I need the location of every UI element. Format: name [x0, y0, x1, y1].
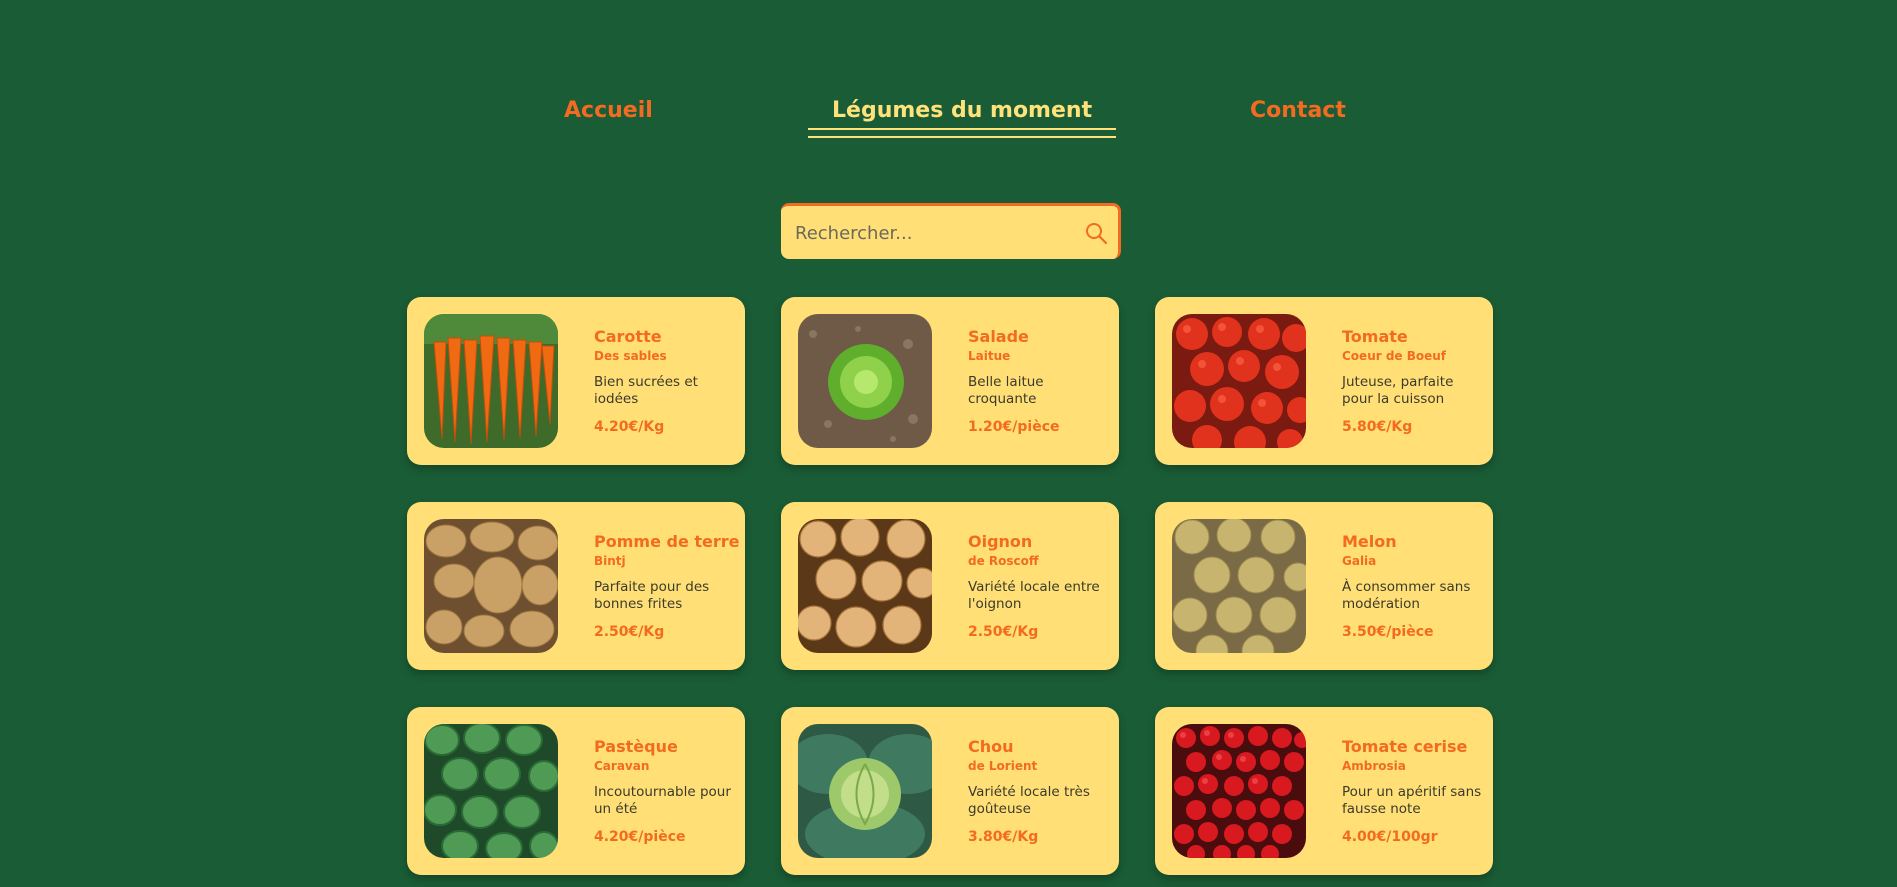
- product-name: Tomate cerise: [1342, 737, 1468, 756]
- product-variety: Bintj: [594, 554, 626, 568]
- product-name: Pomme de terre: [594, 532, 740, 551]
- product-variety: Coeur de Boeuf: [1342, 349, 1447, 363]
- product-description: Variété locale très goûteuse: [968, 784, 1090, 817]
- product-name: Tomate: [1342, 327, 1408, 346]
- product-price: 2.50€/Kg: [594, 624, 665, 640]
- product-name: Melon: [1342, 532, 1397, 551]
- product-description: À consommer sans modération: [1342, 579, 1471, 612]
- product-price: 3.80€/Kg: [968, 829, 1039, 845]
- product-description: Parfaite pour des bonnes frites: [594, 579, 710, 612]
- search-icon[interactable]: [1084, 221, 1108, 245]
- product-name: Oignon: [968, 532, 1033, 551]
- product-price: 2.50€/Kg: [968, 624, 1039, 640]
- product-price: 1.20€/pièce: [968, 419, 1060, 435]
- product-name: Carotte: [594, 327, 662, 346]
- product-variety: Ambrosia: [1342, 759, 1406, 773]
- product-description: Pour un apéritif sans fausse note: [1342, 784, 1482, 817]
- nav-legumes-du-moment[interactable]: Légumes du moment: [807, 98, 1117, 138]
- product-card[interactable]: Pastèque Caravan Incoutournable pour un …: [407, 707, 745, 875]
- product-card[interactable]: Carotte Des sables Bien sucrées et iodée…: [407, 297, 745, 465]
- product-variety: Galia: [1342, 554, 1377, 568]
- cherry-tomatoes-photo: [1172, 724, 1306, 858]
- product-variety: Des sables: [594, 349, 667, 363]
- product-card[interactable]: Salade Laitue Belle laitue croquante 1.2…: [781, 297, 1119, 465]
- onions-photo: [798, 519, 932, 653]
- product-price: 3.50€/pièce: [1342, 624, 1434, 640]
- carrots-photo: [424, 314, 558, 448]
- lettuce-photo: [798, 314, 932, 448]
- nav-accueil[interactable]: Accueil: [564, 98, 653, 123]
- product-card[interactable]: Melon Galia À consommer sans modération …: [1155, 502, 1493, 670]
- product-variety: de Lorient: [968, 759, 1038, 773]
- product-description: Variété locale entre l'oignon: [968, 579, 1100, 612]
- product-variety: Laitue: [968, 349, 1011, 363]
- product-card[interactable]: Tomate cerise Ambrosia Pour un apéritif …: [1155, 707, 1493, 875]
- product-card[interactable]: Oignon de Roscoff Variété locale entre l…: [781, 502, 1119, 670]
- product-description: Belle laitue croquante: [968, 374, 1044, 407]
- watermelons-photo: [424, 724, 558, 858]
- product-name: Salade: [968, 327, 1029, 346]
- product-name: Pastèque: [594, 737, 678, 756]
- product-card[interactable]: Pomme de terre Bintj Parfaite pour des b…: [407, 502, 745, 670]
- product-name: Chou: [968, 737, 1014, 756]
- product-description: Bien sucrées et iodées: [594, 374, 698, 407]
- product-variety: de Roscoff: [968, 554, 1039, 568]
- cabbage-photo: [798, 724, 932, 858]
- product-variety: Caravan: [594, 759, 650, 773]
- product-card[interactable]: Chou de Lorient Variété locale très goût…: [781, 707, 1119, 875]
- tomatoes-photo: [1172, 314, 1306, 448]
- product-description: Incoutournable pour un été: [594, 784, 731, 817]
- product-description: Juteuse, parfaite pour la cuisson: [1342, 374, 1454, 407]
- main-nav: Accueil Légumes du moment Contact: [0, 98, 1897, 142]
- product-price: 4.20€/Kg: [594, 419, 665, 435]
- potatoes-photo: [424, 519, 558, 653]
- melons-photo: [1172, 519, 1306, 653]
- product-card[interactable]: Tomate Coeur de Boeuf Juteuse, parfaite …: [1155, 297, 1493, 465]
- search-box: [781, 203, 1121, 259]
- product-price: 4.20€/pièce: [594, 829, 686, 845]
- nav-contact[interactable]: Contact: [1250, 98, 1346, 123]
- search-input[interactable]: [795, 218, 1065, 248]
- product-price: 4.00€/100gr: [1342, 829, 1438, 845]
- product-price: 5.80€/Kg: [1342, 419, 1413, 435]
